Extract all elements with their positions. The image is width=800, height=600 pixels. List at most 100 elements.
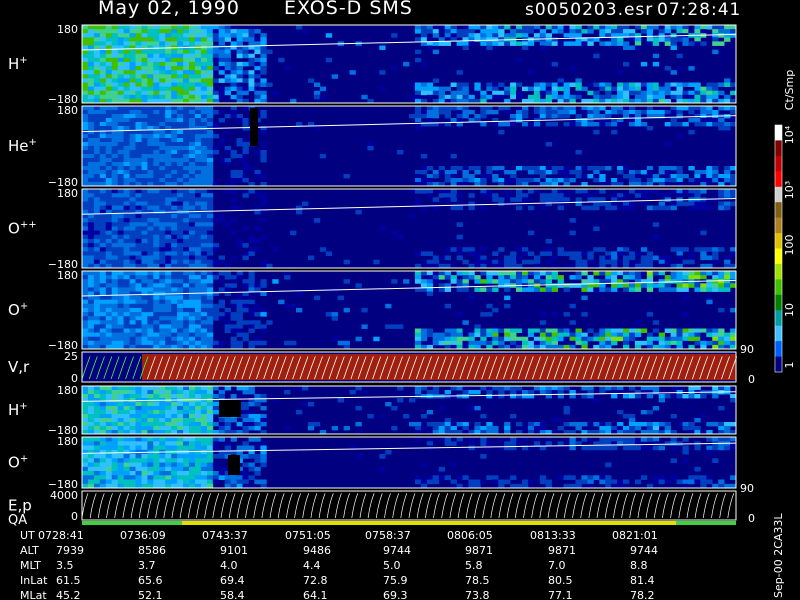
heatmap-cell xyxy=(533,279,541,284)
heatmap-cell xyxy=(123,57,130,63)
heatmap-cell xyxy=(195,475,202,480)
heatmap-cell xyxy=(444,275,451,280)
heatmap-cell xyxy=(183,437,190,442)
heatmap-cell xyxy=(111,118,118,123)
heatmap-cell xyxy=(177,61,184,67)
heatmap-cell xyxy=(569,218,576,223)
heatmap-cell xyxy=(147,295,154,301)
heatmap-cell xyxy=(195,414,202,419)
heatmap-cell xyxy=(111,134,118,139)
heatmap-cell xyxy=(527,479,535,485)
heatmap-cell xyxy=(682,283,689,288)
heatmap-cell xyxy=(682,106,689,111)
heatmap-cell xyxy=(105,170,113,175)
heatmap-cell xyxy=(426,279,434,284)
heatmap-cell xyxy=(165,471,172,476)
heatmap-cell xyxy=(189,33,196,38)
heatmap-cell xyxy=(456,166,463,171)
heatmap-cell xyxy=(260,174,267,179)
heatmap-cell xyxy=(254,471,261,476)
heatmap-cell xyxy=(563,386,570,391)
heatmap-cell xyxy=(82,57,89,63)
heatmap-cell xyxy=(230,197,237,202)
heatmap-cell xyxy=(426,86,434,92)
heatmap-cell xyxy=(242,189,249,194)
heatmap-cell xyxy=(93,449,101,455)
heatmap-cell xyxy=(545,479,552,485)
heatmap-cell xyxy=(712,197,719,202)
heatmap-cell xyxy=(93,437,101,442)
heatmap-cell xyxy=(141,287,148,292)
heatmap-cell xyxy=(153,110,160,115)
heatmap-cell xyxy=(141,142,148,147)
heatmap-cell xyxy=(87,138,95,143)
heatmap-cell xyxy=(646,271,654,276)
heatmap-cell xyxy=(480,189,487,194)
heatmap-cell xyxy=(617,259,624,265)
heatmap-cell xyxy=(183,29,190,34)
heatmap-cell xyxy=(123,422,130,427)
heatmap-cell xyxy=(706,25,713,30)
heatmap-cell xyxy=(93,189,101,194)
heatmap-cell xyxy=(206,45,214,50)
heatmap-cell xyxy=(105,66,113,71)
heatmap-cell xyxy=(355,454,362,459)
heatmap-cell xyxy=(260,312,267,317)
heatmap-cell xyxy=(504,110,511,115)
heatmap-cell xyxy=(510,386,517,391)
heatmap-cell xyxy=(652,90,660,96)
heatmap-cell xyxy=(105,259,113,265)
heatmap-cell xyxy=(510,29,517,34)
heatmap-cell xyxy=(82,255,89,261)
heatmap-cell xyxy=(522,45,529,50)
heatmap-cell xyxy=(105,255,113,261)
heatmap-cell xyxy=(605,462,612,468)
heatmap-cell xyxy=(177,445,184,451)
heatmap-cell xyxy=(129,222,136,227)
heatmap-cell xyxy=(82,201,89,207)
heatmap-cell xyxy=(533,33,541,38)
heatmap-cell xyxy=(195,449,202,455)
heatmap-cell xyxy=(254,336,261,342)
heatmap-cell xyxy=(141,454,148,459)
heatmap-cell xyxy=(159,138,166,143)
heatmap-cell xyxy=(640,170,648,175)
heatmap-cell xyxy=(129,332,136,338)
heatmap-cell xyxy=(260,197,267,202)
heatmap-cell xyxy=(391,33,398,38)
heatmap-cell xyxy=(147,110,154,115)
heatmap-cell xyxy=(87,218,95,223)
heatmap-cell xyxy=(123,406,130,411)
heatmap-cell xyxy=(105,418,113,423)
heatmap-cell xyxy=(165,303,172,309)
heatmap-cell xyxy=(444,255,451,261)
heatmap-cell xyxy=(135,422,142,427)
heatmap-cell xyxy=(212,303,220,309)
heatmap-cell xyxy=(153,213,160,219)
heatmap-cell xyxy=(545,386,552,391)
heatmap-cell xyxy=(563,287,570,292)
heatmap-cell xyxy=(105,303,113,309)
heatmap-cell xyxy=(581,193,588,198)
heatmap-cell xyxy=(206,94,214,100)
heatmap-cell xyxy=(177,275,184,280)
heatmap-cell xyxy=(646,94,654,100)
heatmap-cell xyxy=(105,37,113,42)
heatmap-cell xyxy=(93,134,101,139)
heatmap-cell xyxy=(171,110,178,115)
heatmap-cell xyxy=(117,462,124,468)
heatmap-cell xyxy=(599,475,606,480)
heatmap-cell xyxy=(230,312,237,317)
heatmap-cell xyxy=(450,166,457,171)
heatmap-cell xyxy=(147,437,154,442)
heatmap-cell xyxy=(189,106,196,111)
heatmap-cell xyxy=(212,462,220,468)
heatmap-cell xyxy=(212,90,220,96)
heatmap-cell xyxy=(123,234,130,240)
heatmap-cell xyxy=(242,332,249,338)
heatmap-cell xyxy=(629,336,636,342)
heatmap-cell xyxy=(195,74,202,79)
heatmap-cell xyxy=(117,189,124,194)
heatmap-cell xyxy=(105,110,113,115)
heatmap-cell xyxy=(724,106,731,111)
